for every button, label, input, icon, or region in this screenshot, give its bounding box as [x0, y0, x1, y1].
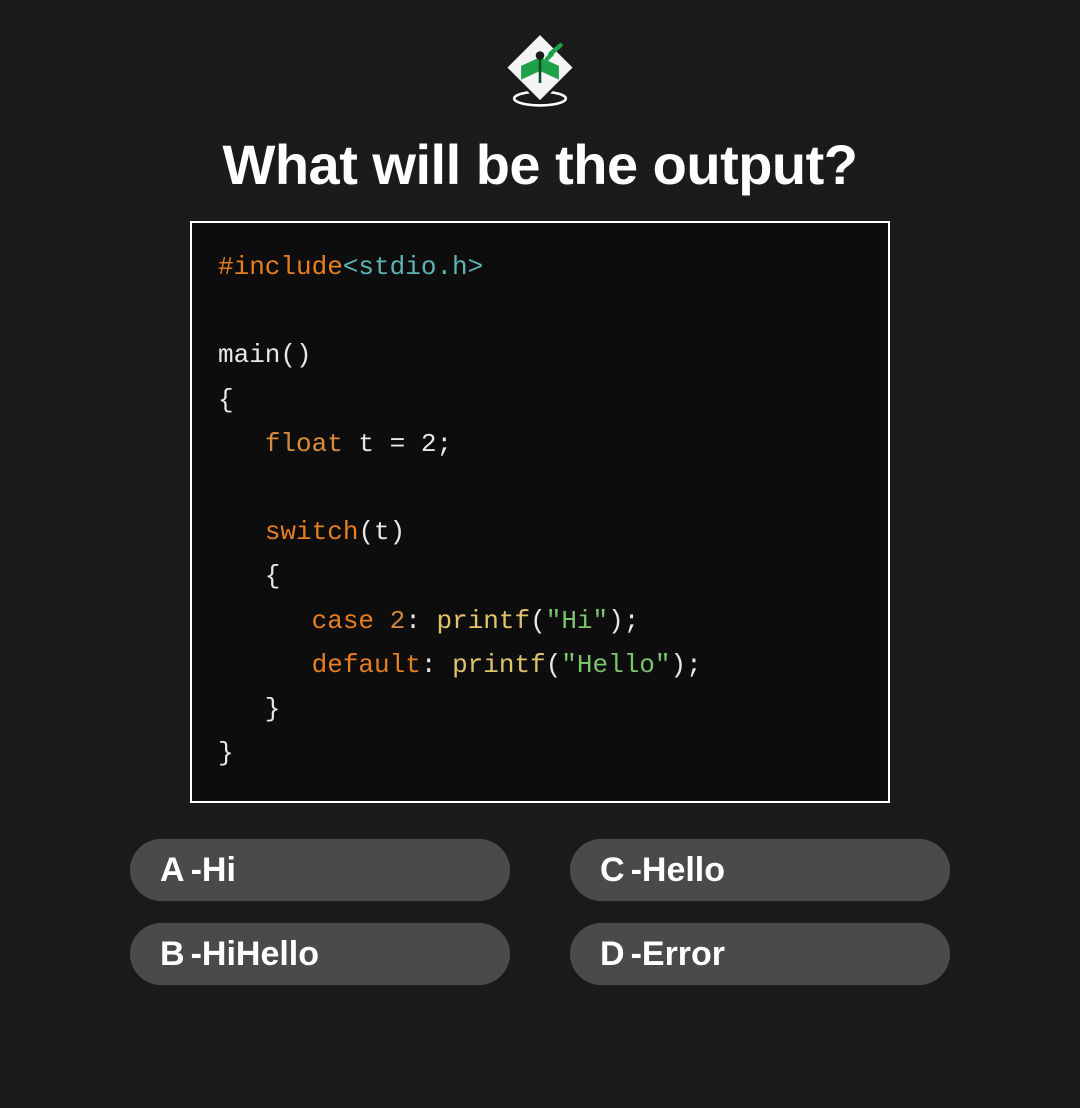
answer-text: Error: [642, 935, 725, 974]
answer-letter: B: [160, 935, 185, 974]
answer-sep: -: [631, 851, 642, 890]
code-token: "Hi": [546, 606, 608, 636]
answer-option-c[interactable]: C - Hello: [570, 839, 950, 901]
answer-letter: D: [600, 935, 625, 974]
code-token: :: [405, 606, 436, 636]
code-token: 2: [374, 606, 405, 636]
answer-letter: A: [160, 851, 185, 890]
code-token: );: [671, 650, 702, 680]
answer-text: Hello: [642, 851, 725, 890]
answer-sep: -: [631, 935, 642, 974]
answer-text: HiHello: [202, 935, 319, 974]
code-token: (t): [358, 517, 405, 547]
code-token: );: [608, 606, 639, 636]
code-token: }: [218, 738, 234, 768]
answer-text: Hi: [202, 851, 236, 890]
answer-sep: -: [191, 935, 202, 974]
code-token: (: [546, 650, 562, 680]
answer-option-b[interactable]: B - HiHello: [130, 923, 510, 985]
code-token: main(): [218, 340, 312, 370]
answer-sep: -: [191, 851, 202, 890]
code-token: (: [530, 606, 546, 636]
code-token: default: [312, 650, 421, 680]
answer-letter: C: [600, 851, 625, 890]
code-snippet: #include<stdio.h> main() { float t = 2; …: [190, 221, 890, 803]
code-token: "Hello": [561, 650, 670, 680]
logo-container: [0, 28, 1080, 114]
code-token: switch: [265, 517, 359, 547]
code-token: printf: [436, 606, 530, 636]
question-title: What will be the output?: [0, 132, 1080, 197]
answer-option-a[interactable]: A - Hi: [130, 839, 510, 901]
code-token: #include: [218, 252, 343, 282]
code-token: :: [421, 650, 452, 680]
code-token: float: [265, 429, 343, 459]
code-token: {: [218, 385, 234, 415]
code-token: <stdio.h>: [343, 252, 483, 282]
code-token: case: [312, 606, 374, 636]
answer-option-d[interactable]: D - Error: [570, 923, 950, 985]
answer-grid: A - Hi C - Hello B - HiHello D - Error: [130, 839, 950, 985]
code-token: printf: [452, 650, 546, 680]
brand-logo-icon: [497, 28, 583, 114]
code-token: }: [218, 694, 280, 724]
code-token: t = 2;: [343, 429, 452, 459]
code-token: {: [218, 561, 280, 591]
